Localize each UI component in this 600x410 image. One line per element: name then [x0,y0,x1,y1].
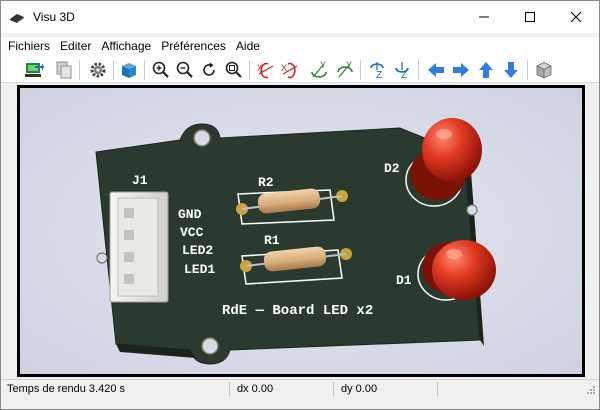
visu3d-window: Visu 3D Fichiers Editer Affichage Préfér… [0,0,600,410]
toolbar: X X Y Y [1,56,599,83]
minimize-button[interactable] [461,1,507,33]
pan-up-icon [479,62,493,78]
menu-affichage[interactable]: Affichage [96,37,156,56]
led-d2-label: D2 [384,161,400,176]
toolbar-separator [249,60,250,80]
axis-z-label: Z [401,70,407,80]
pin-label-gnd: GND [178,207,202,222]
3d-view-button[interactable] [118,59,140,81]
rotate-z-minus-button[interactable]: Z [366,59,388,81]
axis-x-label: X [281,63,287,73]
zoom-out-icon [176,61,193,78]
mounting-hole [193,129,211,147]
rotate-y-plus-button[interactable]: Y [334,59,356,81]
copy-button[interactable] [53,59,75,81]
resistor-r2-label: R2 [258,175,274,190]
app-icon [10,14,24,23]
pan-down-icon [504,62,518,78]
rotate-x-minus-button[interactable]: X [255,59,277,81]
menu-aide[interactable]: Aide [231,37,265,56]
toolbar-separator [527,60,528,80]
copy-icon [56,61,72,79]
pin-label-led2: LED2 [182,243,213,258]
rotate-z-plus-icon: Z [395,62,409,80]
window-title: Visu 3D [33,10,75,24]
resize-grip-icon[interactable] [586,385,596,395]
ortho-view-icon [536,62,552,79]
rotate-z-plus-button[interactable]: Z [391,59,413,81]
pin-label-led1: LED1 [184,262,215,277]
zoom-fit-button[interactable] [223,59,245,81]
minimize-icon [479,16,489,18]
resistor-r1-label: R1 [264,233,280,248]
rotate-x-minus-icon: X [257,62,274,79]
pan-left-button[interactable] [425,59,447,81]
render-time-status: Temps de rendu 3.420 s [7,383,126,395]
led-d1-label: D1 [396,273,412,288]
toolbar-separator [79,60,80,80]
close-icon [571,12,581,22]
maximize-button[interactable] [507,1,553,33]
rotate-y-minus-icon: Y [311,60,327,78]
rotate-z-minus-icon: Z [370,62,384,80]
3d-box-icon [122,63,136,78]
rotate-x-plus-button[interactable]: X [279,59,301,81]
zoom-in-button[interactable] [150,59,172,81]
redraw-button[interactable] [198,59,220,81]
close-button[interactable] [553,1,599,33]
ortho-view-button[interactable] [533,59,555,81]
toolbar-separator [144,60,145,80]
dx-status: dx 0.00 [237,383,274,395]
3d-viewport[interactable]: J1 GND VCC LED2 LED1 R2 R1 D2 D1 RdE — B… [17,85,585,377]
maximize-icon [525,12,535,22]
status-divider [333,382,334,396]
menu-bar: Fichiers Editer Affichage Préférences Ai… [1,37,599,56]
connector-j1 [109,191,169,303]
redraw-icon [203,62,215,76]
rotate-y-minus-button[interactable]: Y [308,59,330,81]
title-bar: Visu 3D [1,1,599,33]
settings-gear-icon [90,62,106,78]
pan-up-button[interactable] [475,59,497,81]
pan-left-icon [428,63,444,77]
menu-editer[interactable]: Editer [55,37,96,56]
mounting-hole [201,337,219,355]
mounting-hole [466,204,478,216]
dy-status: dy 0.00 [341,383,378,395]
pan-right-button[interactable] [450,59,472,81]
export-icon [25,63,44,77]
status-divider [437,382,438,396]
zoom-fit-icon [225,61,242,78]
board-render: J1 GND VCC LED2 LED1 R2 R1 D2 D1 RdE — B… [20,88,582,374]
status-bar: Temps de rendu 3.420 s dx 0.00 dy 0.00 [1,379,599,397]
menu-fichiers[interactable]: Fichiers [3,37,55,56]
settings-button[interactable] [87,59,109,81]
mounting-hole [96,252,108,264]
zoom-out-button[interactable] [174,59,196,81]
board-title-label: RdE — Board LED x2 [222,303,373,319]
axis-z-label: Z [376,70,382,80]
pan-down-button[interactable] [500,59,522,81]
status-divider [229,382,230,396]
rotate-y-plus-icon: Y [337,60,353,78]
pan-right-icon [453,63,469,77]
connector-ref-label: J1 [132,173,148,188]
zoom-in-icon [152,61,169,78]
pin-label-vcc: VCC [180,225,204,240]
toolbar-separator [113,60,114,80]
rotate-x-plus-icon: X [281,62,298,79]
menu-preferences[interactable]: Préférences [156,37,231,56]
toolbar-separator [418,60,419,80]
export-button[interactable] [23,59,45,81]
toolbar-separator [360,60,361,80]
